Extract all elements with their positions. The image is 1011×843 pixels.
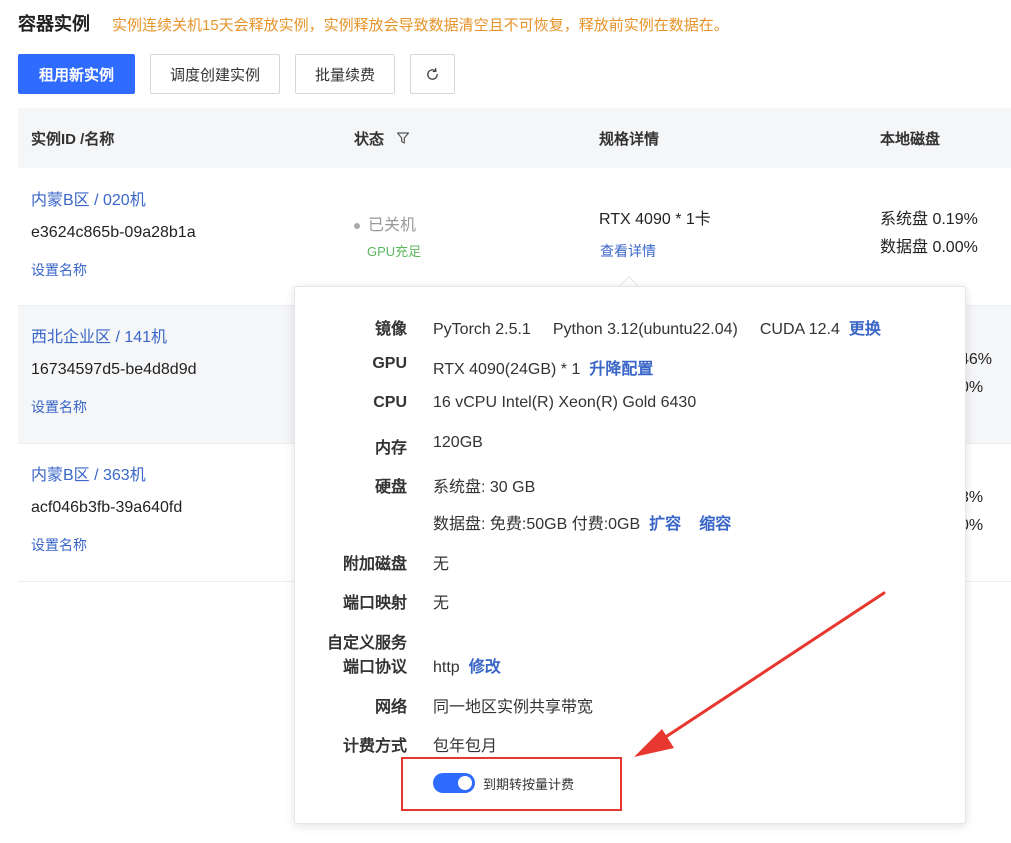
annotation-arrow	[634, 591, 886, 757]
